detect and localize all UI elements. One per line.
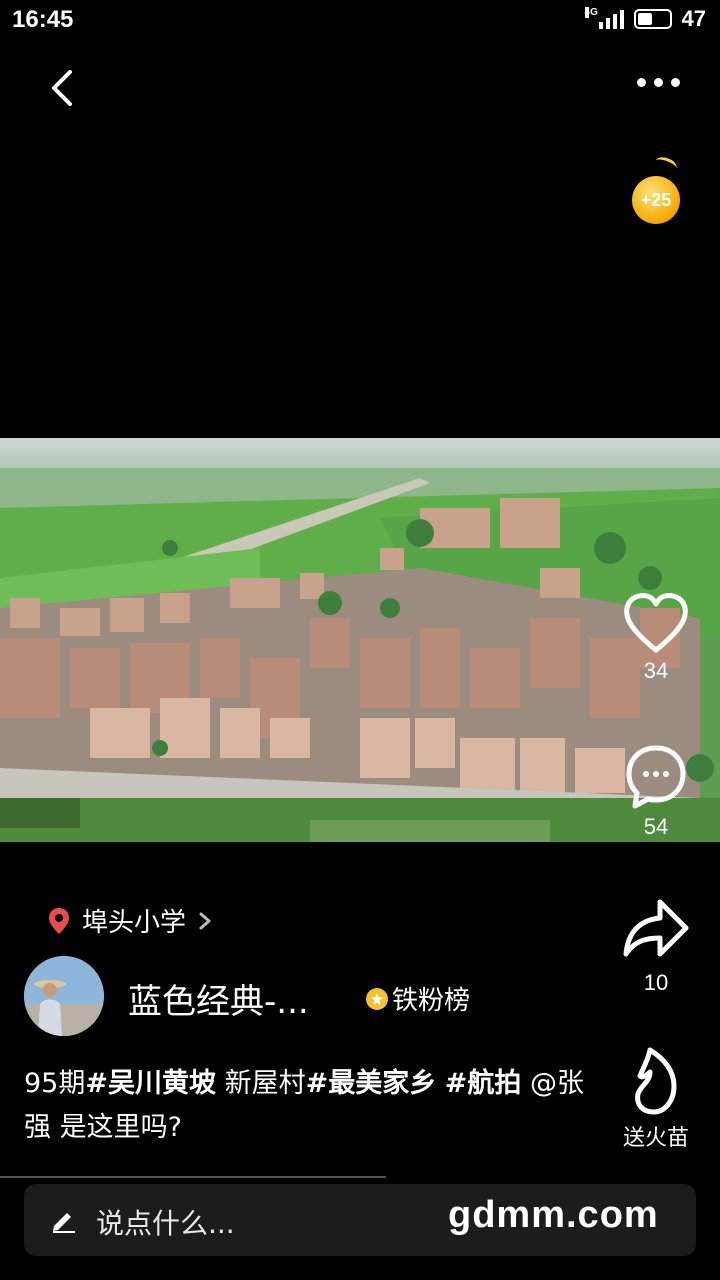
comment-button[interactable]: 54	[616, 742, 696, 840]
status-time: 16:45	[12, 6, 74, 33]
pencil-icon	[50, 1206, 78, 1238]
comment-bubble-icon	[626, 745, 686, 809]
status-indicators: 4G 47	[584, 6, 706, 32]
author-avatar[interactable]	[24, 956, 104, 1036]
like-button[interactable]: 34	[616, 590, 696, 684]
video-frame-village-aerial	[0, 438, 720, 842]
back-button[interactable]	[48, 66, 88, 110]
send-flame-label: 送火苗	[622, 1126, 689, 1151]
comment-count: 54	[643, 814, 669, 839]
like-count: 34	[643, 658, 669, 683]
medal-icon	[366, 987, 388, 1010]
share-button[interactable]: 10	[616, 892, 696, 996]
network-type: 4G	[584, 7, 598, 18]
hashtag-link[interactable]: #吴川黄坡	[85, 1068, 216, 1099]
reward-coin-label: +25	[640, 189, 672, 210]
comment-placeholder[interactable]: 说点什么...	[96, 1202, 235, 1242]
share-arrow-icon	[623, 899, 689, 957]
more-options-button[interactable]	[637, 78, 680, 87]
hashtag-link[interactable]: #航拍	[445, 1068, 522, 1099]
location-name: 埠头小学	[82, 908, 187, 938]
dot-icon	[654, 78, 663, 87]
battery-level: 47	[681, 6, 706, 31]
signal-icon: 4G	[584, 7, 624, 29]
author-name[interactable]: 蓝色经典-...	[128, 974, 309, 1023]
chevron-left-icon	[52, 70, 72, 106]
battery-icon	[633, 9, 672, 29]
fan-ranking-label: 铁粉榜	[392, 986, 471, 1016]
caption-text	[436, 1068, 445, 1099]
video-player[interactable]	[0, 438, 720, 842]
heart-icon	[624, 593, 688, 653]
send-flame-button[interactable]: 送火苗	[608, 1046, 704, 1152]
chevron-right-icon	[199, 912, 211, 929]
reward-coin-button[interactable]: +25	[632, 176, 680, 224]
progress-divider	[0, 1176, 386, 1178]
coin-progress-arc	[653, 154, 679, 175]
watermark-text: gdmm.com	[448, 1194, 659, 1236]
caption-text: 95期	[24, 1068, 86, 1099]
dot-icon	[637, 78, 646, 87]
star-icon	[371, 992, 383, 1005]
caption-text: 新屋村	[215, 1068, 306, 1099]
location-tag[interactable]: 埠头小学	[48, 902, 212, 939]
hashtag-link[interactable]: #最美家乡	[306, 1068, 437, 1099]
caption-text: 是这里吗?	[51, 1112, 182, 1143]
video-caption: 95期#吴川黄坡 新屋村#最美家乡 #航拍 @张强 是这里吗?	[24, 1062, 584, 1150]
fan-ranking-button[interactable]: 铁粉榜	[366, 980, 470, 1017]
avatar-image	[24, 956, 104, 1036]
location-pin-icon	[49, 907, 69, 934]
flame-icon	[635, 1047, 677, 1115]
dot-icon	[671, 78, 680, 87]
share-count: 10	[643, 970, 669, 995]
